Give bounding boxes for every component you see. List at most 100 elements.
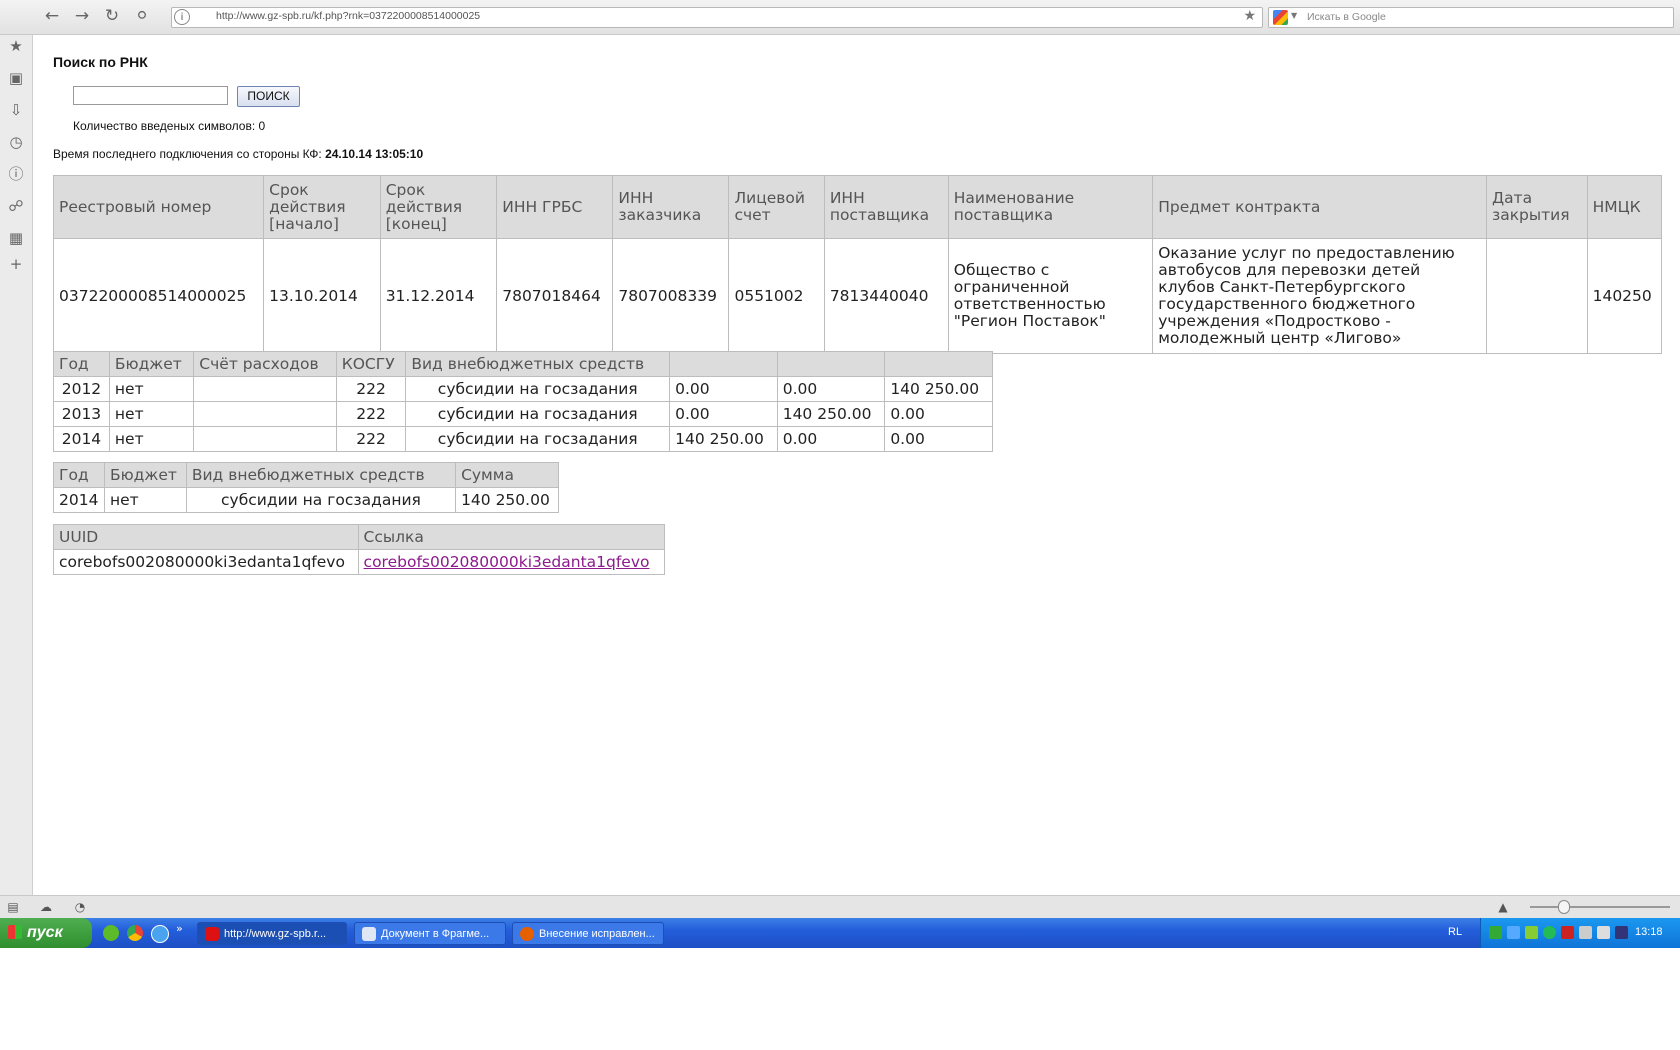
tray-app-icon[interactable] (1543, 926, 1556, 939)
star-icon[interactable]: ★ (7, 37, 25, 55)
table-row: 2012 нет 222 субсидии на госзадания 0.00… (53, 376, 993, 402)
add-icon[interactable]: + (7, 255, 25, 273)
more-icon[interactable]: » (176, 922, 183, 935)
speed-dial-icon[interactable]: ◔ (72, 899, 88, 915)
firefox-icon (520, 927, 534, 941)
table-row: 2013 нет 222 субсидии на госзадания 0.00… (53, 401, 993, 427)
key-icon[interactable]: ⚪ (132, 6, 152, 26)
table-cell: 0.00 (669, 401, 778, 427)
clock: 13:18 (1635, 926, 1663, 938)
language-indicator[interactable]: RL (1448, 926, 1462, 938)
col-header: UUID (53, 524, 359, 550)
char-count-value: 0 (258, 119, 266, 133)
task-label: Документ в Фрагме... (381, 928, 490, 940)
col-header: Лицевой счет (728, 175, 825, 239)
rnk-search-input[interactable] (73, 86, 228, 105)
dropdown-icon[interactable]: ▼ (1291, 11, 1297, 20)
col-header (776, 351, 886, 377)
forward-icon[interactable]: → (72, 6, 92, 26)
table-cell: 31.12.2014 (379, 238, 498, 354)
col-header: Счёт расходов (193, 351, 337, 377)
zoom-slider-thumb[interactable] (1558, 900, 1570, 914)
scroll-up-icon[interactable]: ▲ (1495, 899, 1511, 915)
panel-icon[interactable]: ▦ (7, 229, 25, 247)
col-header: Дата закрытия (1485, 175, 1588, 239)
table-cell: 2014 (53, 426, 110, 452)
ie-icon[interactable] (151, 925, 169, 943)
chrome-icon[interactable] (127, 925, 143, 941)
volume-icon[interactable] (1597, 926, 1610, 939)
col-header: Реестровый номер (52, 175, 265, 239)
table-cell: нет (108, 376, 195, 402)
search-button[interactable]: ПОИСК (237, 86, 300, 107)
table-cell: Оказание услуг по предоставлению автобус… (1152, 238, 1487, 354)
table-cell: 2013 (53, 401, 110, 427)
table-cell (1485, 238, 1588, 354)
table-cell: нет (103, 487, 187, 513)
table-cell: 140250 (1586, 238, 1663, 354)
page-title: Поиск по РНК (53, 54, 148, 70)
search-box[interactable]: ▼ Искать в Google (1268, 7, 1674, 28)
address-bar[interactable]: i http://www.gz-spb.ru/kf.php?rnk=037220… (171, 7, 1263, 28)
contract-table: Реестровый номер Срок действия [начало] … (52, 175, 1663, 354)
table-header-row: Год Бюджет Счёт расходов КОСГУ Вид внебю… (53, 351, 993, 377)
col-header (669, 351, 778, 377)
table-cell: нет (108, 401, 195, 427)
table-header-row: Реестровый номер Срок действия [начало] … (52, 175, 1663, 239)
kaspersky-icon[interactable] (1561, 926, 1574, 939)
table-cell: 2014 (53, 487, 105, 513)
panel-toggle-icon[interactable]: ▤ (5, 899, 21, 915)
tray-app-icon[interactable] (1615, 926, 1628, 939)
task-label: Внесение исправлен... (539, 928, 655, 940)
col-header: Наименование поставщика (947, 175, 1154, 239)
notes-icon[interactable]: ▣ (7, 69, 25, 87)
table-cell: субсидии на госзадания (405, 376, 671, 402)
table-cell (193, 426, 337, 452)
start-label: пуск (27, 924, 63, 941)
task-opera[interactable]: http://www.gz-spb.r... (197, 922, 347, 945)
download-icon[interactable]: ⇩ (7, 101, 25, 119)
col-header: Предмет контракта (1152, 175, 1487, 239)
table-cell (193, 376, 337, 402)
reload-icon[interactable]: ↻ (102, 6, 122, 26)
icq-icon[interactable] (103, 925, 119, 941)
link-table: UUID Ссылка corebofs002080000ki3edanta1q… (53, 524, 666, 575)
browser-statusbar: ▤ ☁ ◔ ▲ (0, 895, 1680, 918)
site-info-icon[interactable]: i (174, 9, 190, 25)
start-button[interactable]: пуск (0, 918, 92, 948)
col-header (884, 351, 993, 377)
table-row: 0372200008514000025 13.10.2014 31.12.201… (52, 238, 1663, 354)
task-firefox[interactable]: Внесение исправлен... (512, 922, 664, 945)
table-cell: 140 250.00 (776, 401, 886, 427)
back-icon[interactable]: ← (42, 6, 62, 26)
tray-app-icon[interactable] (1507, 926, 1520, 939)
history-icon[interactable]: ◷ (7, 133, 25, 151)
col-header: Ссылка (357, 524, 666, 550)
col-header: КОСГУ (335, 351, 407, 377)
google-icon[interactable] (1273, 10, 1288, 25)
table-cell: субсидии на госзадания (405, 401, 671, 427)
table-cell: субсидии на госзадания (405, 426, 671, 452)
document-link[interactable]: corebofs002080000ki3edanta1qfevo (364, 553, 650, 571)
windows-taskbar: пуск » http://www.gz-spb.r... Документ в… (0, 918, 1680, 948)
info-icon[interactable]: ⓘ (7, 165, 25, 183)
table-cell: 7807008339 (612, 238, 730, 354)
col-header: Вид внебюджетных средств (185, 462, 457, 488)
bookmark-star-icon[interactable]: ★ (1243, 8, 1256, 24)
tray-app-icon[interactable] (1489, 926, 1502, 939)
task-word[interactable]: Документ в Фрагме... (354, 922, 506, 945)
col-header: Бюджет (103, 462, 187, 488)
table-row: 2014 нет субсидии на госзадания 140 250.… (53, 487, 559, 513)
zoom-slider[interactable] (1530, 906, 1670, 908)
cloud-icon[interactable]: ☁ (38, 899, 54, 915)
col-header: Сумма (455, 462, 559, 488)
opera-icon (205, 927, 219, 941)
task-label: http://www.gz-spb.r... (224, 928, 327, 940)
link-icon[interactable]: ☍ (7, 197, 25, 215)
table-cell: 0372200008514000025 (52, 238, 265, 354)
col-header: Вид внебюджетных средств (405, 351, 671, 377)
col-header: ИНН заказчика (612, 175, 730, 239)
table-cell: 7813440040 (823, 238, 949, 354)
network-icon[interactable] (1579, 926, 1592, 939)
tray-app-icon[interactable] (1525, 926, 1538, 939)
